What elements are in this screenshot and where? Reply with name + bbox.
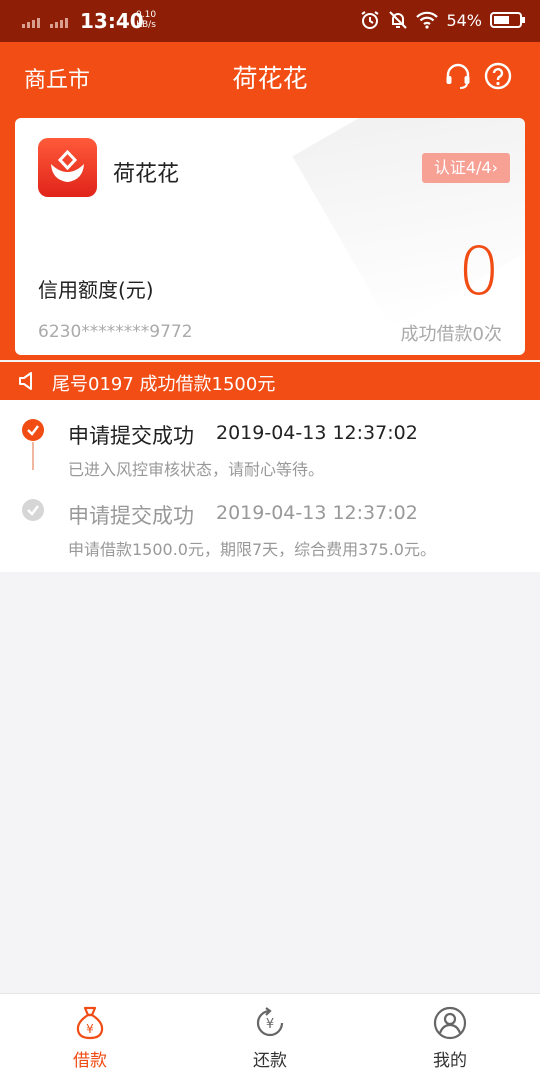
tab-label: 借款 [73, 1051, 107, 1071]
tab-repay[interactable]: ¥ 还款 [180, 994, 360, 1077]
timeline-title: 申请提交成功 [68, 504, 194, 528]
battery-percent: 54% [446, 10, 482, 30]
card-number: 6230********9772 [38, 322, 193, 342]
mute-icon [389, 11, 408, 29]
tab-mine[interactable]: 我的 [360, 994, 540, 1077]
credit-label: 信用额度(元) [38, 278, 154, 302]
tab-loan[interactable]: ¥ 借款 [0, 994, 180, 1077]
svg-text:¥: ¥ [266, 1017, 274, 1032]
bottom-nav: ¥ 借款 ¥ 还款 我的 [0, 993, 540, 1077]
wifi-icon [416, 11, 439, 29]
timeline-desc: 已进入风控审核状态，请耐心等待。 [68, 460, 325, 479]
tab-label: 我的 [433, 1051, 467, 1071]
chevron-right-icon: › [491, 158, 498, 177]
lotus-logo-icon [51, 150, 84, 182]
help-icon[interactable] [484, 62, 512, 90]
timeline-connector [32, 442, 34, 470]
credit-value: 0 [458, 233, 500, 310]
money-bag-icon: ¥ [76, 1006, 104, 1040]
status-bar: 13:40 0.10 KB/s 54% [0, 0, 540, 42]
user-icon [433, 1006, 467, 1040]
tab-label: 还款 [253, 1051, 287, 1071]
check-icon [22, 499, 44, 521]
application-timeline: 申请提交成功 2019-04-13 12:37:02 已进入风控审核状态，请耐心… [0, 400, 540, 572]
verify-badge[interactable]: 认证4/4› [421, 153, 510, 183]
svg-text:¥: ¥ [86, 1022, 94, 1036]
check-icon [22, 419, 44, 441]
timeline-time: 2019-04-13 12:37:02 [216, 422, 418, 444]
notice-text: 尾号0197 成功借款1500元 [52, 374, 276, 395]
status-time: 13:40 [80, 9, 144, 33]
app-name: 荷花花 [113, 162, 180, 187]
success-count: 成功借款0次 [400, 324, 502, 345]
headset-icon[interactable] [444, 62, 472, 90]
notice-bar: 尾号0197 成功借款1500元 [0, 362, 540, 400]
battery-icon [490, 12, 525, 28]
timeline-desc: 申请借款1500.0元，期限7天，综合费用375.0元。 [68, 540, 436, 559]
network-speed: 0.10 KB/s [136, 10, 157, 30]
alarm-icon [361, 11, 379, 29]
credit-card: 荷花花 认证4/4› 信用额度(元) 0 6230********9772 成功… [15, 118, 525, 355]
signal-icon [22, 18, 68, 28]
timeline-title: 申请提交成功 [68, 424, 194, 448]
repay-icon: ¥ [256, 1007, 284, 1037]
app-logo [38, 138, 97, 197]
speaker-icon [19, 372, 32, 390]
timeline-time: 2019-04-13 12:37:02 [216, 502, 418, 524]
